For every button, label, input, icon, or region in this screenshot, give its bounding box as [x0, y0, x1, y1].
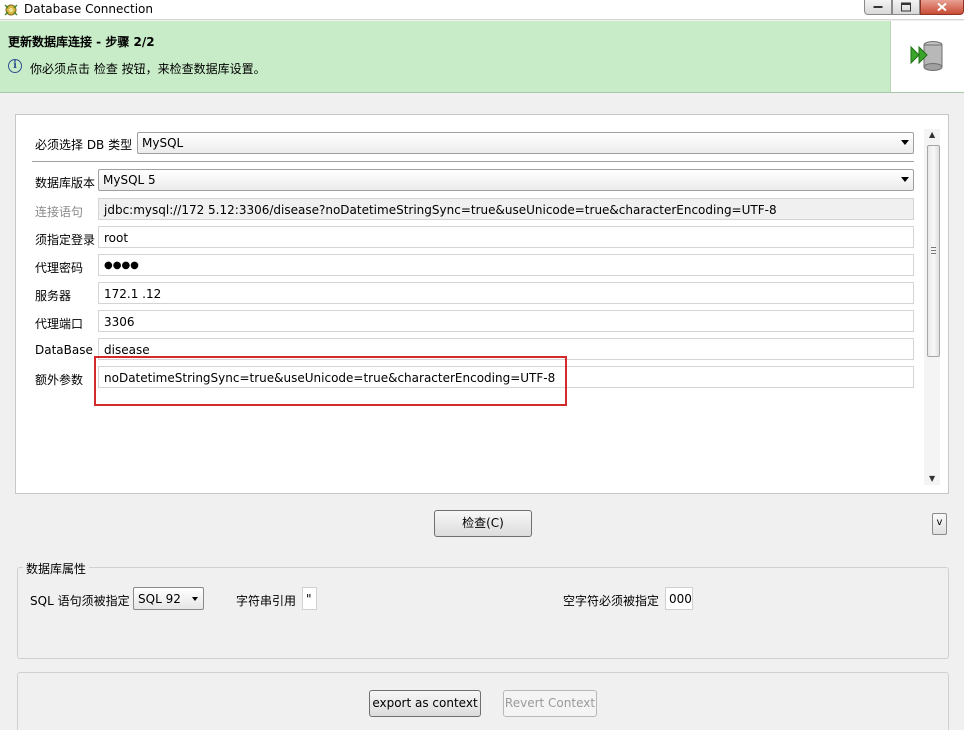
server-label: 服务器 [35, 289, 72, 303]
db-version-value: MySQL 5 [103, 173, 156, 187]
db-type-value: MySQL [142, 136, 184, 150]
context-buttons-group [17, 672, 949, 730]
wizard-header: 更新数据库连接 - 步骤 2/2 i 你必须点击 检查 按钮，来检查数据库设置。 [0, 21, 964, 93]
sql-mode-select[interactable]: SQL 92 [133, 587, 204, 610]
expand-button[interactable]: v [932, 513, 947, 535]
password-value: ●●●● [104, 260, 139, 271]
sql-mode-label: SQL 语句须被指定 [30, 594, 130, 608]
header-image [890, 21, 964, 92]
check-button[interactable]: 检查(C) [434, 510, 532, 537]
null-char-value: 000 [669, 592, 692, 606]
database-label: DataBase [35, 343, 93, 357]
chevron-down-icon [192, 597, 198, 601]
db-version-label: 数据库版本 [35, 176, 96, 190]
annotation-highlight-box [94, 356, 567, 406]
connection-string-label: 连接语句 [35, 205, 84, 219]
connection-string-value: jdbc:mysql://172 5.12:3306/disease?noDat… [104, 203, 777, 217]
scroll-down-arrow-icon[interactable]: ▼ [929, 474, 935, 483]
database-value: disease [104, 343, 150, 357]
wizard-message: 你必须点击 检查 按钮，来检查数据库设置。 [30, 62, 266, 76]
password-label: 代理密码 [35, 261, 84, 275]
port-field[interactable]: 3306 [98, 310, 914, 332]
null-char-field[interactable]: 000 [665, 587, 693, 610]
wizard-title: 更新数据库连接 - 步骤 2/2 [8, 35, 155, 49]
server-field[interactable]: 172.1 .12 [98, 282, 914, 304]
string-quote-field[interactable]: " [302, 587, 317, 610]
chevron-down-icon [901, 177, 909, 182]
minimize-button[interactable] [864, 0, 892, 15]
port-value: 3306 [104, 315, 135, 329]
login-label: 须指定登录 [35, 233, 96, 247]
sql-mode-value: SQL 92 [138, 592, 181, 606]
null-char-label: 空字符必须被指定 [563, 594, 660, 608]
string-quote-value: " [306, 592, 312, 606]
db-properties-group [17, 567, 949, 659]
password-field[interactable]: ●●●● [98, 254, 914, 276]
scrollbar-thumb[interactable] [927, 145, 940, 357]
extra-params-label: 额外参数 [35, 373, 84, 387]
db-properties-title: 数据库属性 [23, 560, 90, 577]
grip-icon [931, 247, 936, 254]
window-title: Database Connection [24, 2, 153, 16]
db-type-label: 必须选择 DB 类型 [35, 138, 133, 152]
window-titlebar: Database Connection [0, 0, 964, 20]
export-as-context-button[interactable]: export as context [369, 690, 481, 717]
login-field[interactable]: root [98, 226, 914, 248]
chevron-down-icon [901, 140, 909, 145]
restore-icon [901, 2, 911, 12]
string-quote-label: 字符串引用 [236, 594, 297, 608]
minimize-icon [873, 6, 883, 8]
close-button[interactable] [920, 0, 964, 15]
separator [32, 161, 914, 163]
port-label: 代理端口 [35, 317, 84, 331]
database-forward-icon [910, 41, 943, 71]
app-icon [4, 4, 18, 16]
login-value: root [104, 231, 129, 245]
server-value: 172.1 .12 [104, 287, 162, 301]
connection-string-field[interactable]: jdbc:mysql://172 5.12:3306/disease?noDat… [98, 198, 914, 220]
maximize-button[interactable] [892, 0, 920, 15]
scroll-up-arrow-icon[interactable]: ▲ [929, 130, 935, 139]
db-type-select[interactable]: MySQL [137, 132, 914, 154]
close-icon [937, 2, 947, 12]
info-icon: i [8, 59, 22, 73]
revert-context-button[interactable]: Revert Context [503, 690, 597, 717]
db-version-select[interactable]: MySQL 5 [98, 169, 914, 191]
